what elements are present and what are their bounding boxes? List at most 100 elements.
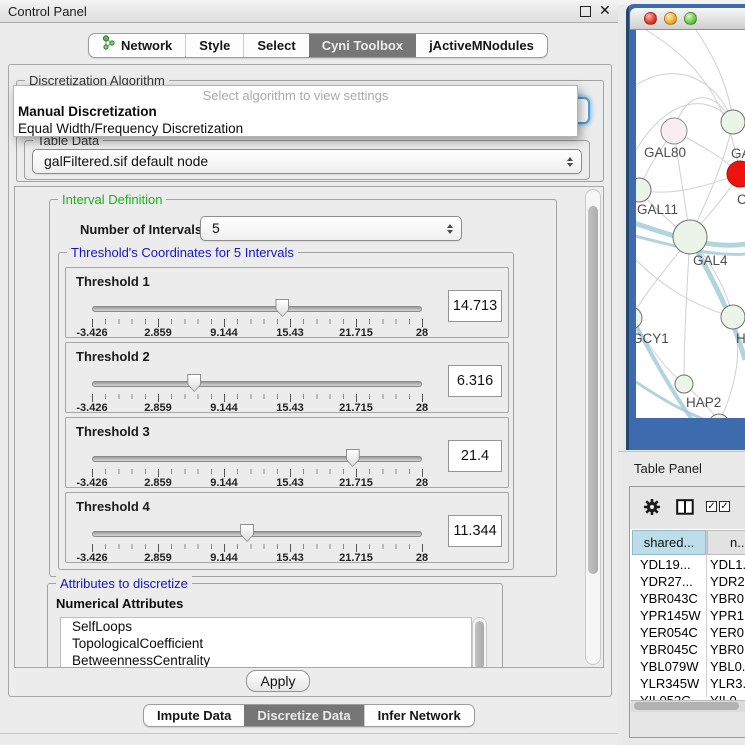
scale-label: 21.715 (339, 477, 373, 489)
minimize-traffic-light-icon[interactable] (664, 12, 677, 25)
network-node[interactable] (636, 307, 642, 329)
bottom-tab-bar: Impute Data Discretize Data Infer Networ… (143, 704, 475, 727)
threshold-label: Threshold 4 (76, 499, 150, 514)
network-node-label: GAL80 (644, 145, 686, 160)
dropdown-prompt[interactable]: Select algorithm to view settings (14, 88, 577, 103)
network-node[interactable] (675, 375, 693, 393)
network-node[interactable] (709, 414, 729, 418)
threshold-slider[interactable]: -3.4262.8599.14415.4321.71528 (92, 521, 422, 561)
attributes-scrollbar-thumb[interactable] (475, 621, 484, 668)
table-row[interactable]: YIL052CYIL0... (632, 692, 745, 700)
cell-shared-name: YPR145W (632, 607, 704, 624)
slider-ticks (92, 394, 423, 402)
thresholds-group: Threshold's Coordinates for 5 Intervals … (58, 252, 514, 570)
attribute-item[interactable]: SelfLoops (61, 618, 471, 635)
slider-track[interactable] (92, 381, 422, 387)
network-node[interactable] (721, 110, 745, 134)
threshold-label: Threshold 2 (76, 349, 150, 364)
dropdown-option-equal-width[interactable]: Equal Width/Frequency Discretization (18, 121, 243, 136)
attribute-item[interactable]: TopologicalCoefficient (61, 635, 471, 652)
network-node[interactable] (721, 305, 745, 329)
numerical-attributes-list[interactable]: SelfLoopsTopologicalCoefficientBetweenne… (60, 617, 472, 668)
slider-thumb[interactable] (187, 374, 201, 392)
scale-label: 21.715 (339, 327, 373, 339)
tab-infer-network[interactable]: Infer Network (364, 705, 474, 726)
zoom-traffic-light-icon[interactable] (684, 12, 697, 25)
tab-cyni-toolbox[interactable]: Cyni Toolbox (309, 34, 416, 57)
group-title: Interval Definition (58, 192, 166, 207)
tab-select[interactable]: Select (243, 34, 308, 57)
combo-spinner-icon[interactable] (447, 224, 453, 234)
network-view-window[interactable]: GAL80GACGAL11GAL4GCY1HHAP2 (626, 4, 745, 450)
threshold-row-2: Threshold 2 -3.4262.8599.14415.4321.7152… (65, 342, 509, 413)
close-traffic-light-icon[interactable] (644, 12, 657, 25)
table-row[interactable]: YBR045CYBR0... (632, 641, 745, 658)
panel-title: Control Panel (8, 4, 87, 19)
columns-icon[interactable] (676, 499, 694, 515)
table-hscrollbar-thumb[interactable] (634, 702, 739, 710)
tab-network[interactable]: Network (89, 34, 185, 57)
dropdown-option-manual[interactable]: Manual Discretization (18, 104, 157, 119)
cell-shared-name: YBR045C (632, 641, 704, 658)
attribute-item[interactable]: BetweennessCentrality (61, 652, 471, 668)
table-row[interactable]: YDL19...YDL1... (632, 556, 745, 573)
slider-thumb[interactable] (275, 299, 289, 317)
number-of-intervals-combobox[interactable]: 5 (200, 216, 462, 241)
float-window-icon[interactable] (580, 6, 591, 17)
scale-label: 9.144 (210, 552, 238, 564)
number-of-intervals-value: 5 (212, 220, 220, 236)
table-row[interactable]: YDR27...YDR2... (632, 573, 745, 590)
attributes-group: Attributes to discretize Numerical Attri… (47, 583, 503, 668)
table-row[interactable]: YBL079WYBL0... (632, 658, 745, 675)
tab-discretize-data[interactable]: Discretize Data (244, 705, 363, 726)
tab-jactivemnodules[interactable]: jActiveMNodules (416, 34, 547, 57)
column-header-name[interactable]: n... (707, 530, 745, 555)
threshold-value-field[interactable]: 21.4 (448, 440, 502, 472)
table-data-combobox[interactable]: galFiltered.sif default node (32, 149, 582, 174)
section-divider (618, 451, 745, 452)
network-window-titlebar[interactable] (630, 8, 745, 30)
threshold-slider[interactable]: -3.4262.8599.14415.4321.71528 (92, 446, 422, 486)
slider-track[interactable] (92, 306, 422, 312)
checkbox-icon[interactable]: ✓ (706, 501, 717, 512)
table-row[interactable]: YER054CYER0... (632, 624, 745, 641)
slider-thumb[interactable] (346, 449, 360, 467)
network-canvas[interactable]: GAL80GACGAL11GAL4GCY1HHAP2 (636, 30, 745, 418)
threshold-row-1: Threshold 1 -3.4262.8599.14415.4321.7152… (65, 267, 509, 338)
table-row[interactable]: YPR145WYPR1... (632, 607, 745, 624)
column-header-shared-name[interactable]: shared... (632, 530, 706, 555)
network-node[interactable] (673, 220, 707, 254)
scale-label: 9.144 (210, 402, 238, 414)
threshold-slider[interactable]: -3.4262.8599.14415.4321.71528 (92, 371, 422, 411)
network-node[interactable] (636, 178, 651, 202)
slider-scale-labels: -3.4262.8599.14415.4321.71528 (92, 327, 422, 339)
slider-track[interactable] (92, 531, 422, 537)
slider-thumb[interactable] (240, 524, 254, 542)
gear-icon[interactable] (642, 497, 662, 517)
cell-shared-name: YLR345W (632, 675, 704, 692)
table-row[interactable]: YLR345WYLR3... (632, 675, 745, 692)
slider-track[interactable] (92, 456, 422, 462)
threshold-value-field[interactable]: 11.344 (448, 515, 502, 547)
table-row[interactable]: YBR043CYBR0... (632, 590, 745, 607)
table-panel-title: Table Panel (634, 461, 702, 476)
apply-button[interactable]: Apply (246, 670, 310, 692)
checkbox-icon[interactable]: ✓ (719, 501, 730, 512)
scale-label: -3.426 (76, 402, 107, 414)
tab-style[interactable]: Style (185, 34, 243, 57)
threshold-slider[interactable]: -3.4262.8599.14415.4321.71528 (92, 296, 422, 336)
cell-shared-name: YBR043C (632, 590, 704, 607)
numerical-attributes-label: Numerical Attributes (56, 596, 183, 611)
combo-spinner-icon[interactable] (567, 157, 573, 167)
scale-label: -3.426 (76, 327, 107, 339)
close-icon[interactable]: ✕ (599, 2, 611, 19)
scale-label: 2.859 (144, 327, 172, 339)
scale-label: 21.715 (339, 552, 373, 564)
network-nodes: GAL80GACGAL11GAL4GCY1HHAP2 (636, 110, 745, 418)
tab-label: Network (121, 34, 172, 57)
tab-impute-data[interactable]: Impute Data (144, 705, 244, 726)
network-node[interactable] (661, 118, 687, 144)
settings-scrollbar-thumb[interactable] (588, 206, 598, 574)
threshold-value-field[interactable]: 14.713 (448, 290, 502, 322)
threshold-value-field[interactable]: 6.316 (448, 365, 502, 397)
